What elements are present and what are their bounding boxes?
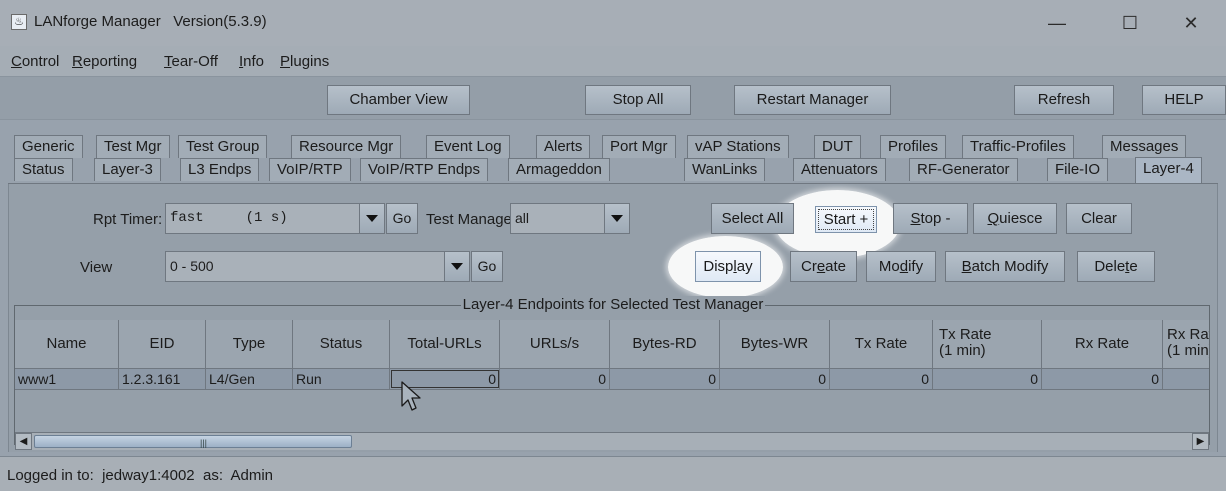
tab-l3-endps[interactable]: L3 Endps [180, 158, 260, 181]
column-header[interactable]: Tx Rate (1 min) [933, 320, 1042, 368]
table-cell: 0 [720, 369, 830, 389]
menu-tear-off[interactable]: Tear-Off [164, 53, 218, 70]
table-header: Name EID Type Status Total-URLs URLs/s B… [15, 320, 1209, 369]
menu-reporting[interactable]: Reporting [72, 53, 137, 70]
view-go-button[interactable]: Go [471, 251, 503, 282]
column-header[interactable]: Total-URLs [390, 320, 500, 368]
rpt-timer-label: Rpt Timer: [93, 211, 163, 228]
endpoints-group-title: Layer-4 Endpoints for Selected Test Mana… [460, 296, 766, 313]
tab-resource-mgr[interactable]: Resource Mgr [291, 135, 402, 158]
tab-layer-4[interactable]: Layer-4 [1135, 157, 1202, 183]
tab-status[interactable]: Status [14, 158, 73, 181]
status-bar: Logged in to: jedway1:4002 as: Admin [0, 456, 1226, 491]
column-header[interactable]: Rx Rate (1 min) [1163, 320, 1209, 368]
tab-dut[interactable]: DUT [814, 135, 861, 158]
title-bar: ♨ LANforge Manager Version(5.3.9) — ☐ ✕ [0, 0, 1226, 46]
menu-control[interactable]: Control [11, 53, 59, 70]
table-cell: L4/Gen [206, 369, 293, 389]
refresh-button[interactable]: Refresh [1014, 85, 1114, 115]
tab-wanlinks[interactable]: WanLinks [684, 158, 766, 181]
table-cell: 0 [1042, 369, 1163, 389]
tab-test-mgr[interactable]: Test Mgr [96, 135, 170, 158]
tab-test-group[interactable]: Test Group [178, 135, 268, 158]
create-button[interactable]: Create [790, 251, 857, 282]
tab-armageddon[interactable]: Armageddon [508, 158, 610, 181]
modify-button[interactable]: Modify [866, 251, 936, 282]
column-header[interactable]: Type [206, 320, 293, 368]
quiesce-button[interactable]: Quiesce [973, 203, 1057, 234]
help-button[interactable]: HELP [1142, 85, 1226, 115]
chevron-down-icon[interactable] [444, 252, 469, 281]
menu-plugins[interactable]: Plugins [280, 53, 329, 70]
batch-modify-button[interactable]: Batch Modify [945, 251, 1065, 282]
table-row[interactable]: www1 1.2.3.161 L4/Gen Run 0 0 0 0 0 0 0 [15, 369, 1209, 390]
column-header[interactable]: Rx Rate [1042, 320, 1163, 368]
tab-layer-3[interactable]: Layer-3 [94, 158, 161, 181]
scroll-left-icon[interactable]: ◀ [15, 433, 32, 450]
toolbar: Chamber View Stop All Restart Manager Re… [0, 76, 1226, 120]
table-cell: 0 [610, 369, 720, 389]
minimize-icon[interactable]: — [1034, 8, 1080, 38]
scroll-thumb[interactable]: ||| [34, 435, 352, 448]
column-header[interactable]: Bytes-WR [720, 320, 830, 368]
table-cell: 1.2.3.161 [119, 369, 206, 389]
view-select[interactable]: 0 - 500 [165, 251, 470, 282]
chevron-down-icon[interactable] [359, 204, 384, 233]
table-cell: 0 [933, 369, 1042, 389]
login-status: Logged in to: jedway1:4002 as: Admin [7, 467, 274, 484]
chevron-down-icon[interactable] [604, 204, 629, 233]
select-all-button[interactable]: Select All [711, 203, 794, 234]
table-cell: Run [293, 369, 390, 389]
test-manager-value: all [515, 210, 530, 226]
view-value: 0 - 500 [170, 258, 214, 274]
start-button[interactable]: Start + [815, 206, 877, 233]
tab-traffic-profiles[interactable]: Traffic-Profiles [962, 135, 1074, 158]
column-header[interactable]: EID [119, 320, 206, 368]
display-button[interactable]: Display [695, 251, 761, 282]
tab-profiles[interactable]: Profiles [880, 135, 947, 158]
tab-port-mgr[interactable]: Port Mgr [602, 135, 676, 158]
tab-voip-rtp-endps[interactable]: VoIP/RTP Endps [360, 158, 489, 181]
close-icon[interactable]: ✕ [1168, 8, 1214, 38]
clear-button[interactable]: Clear [1066, 203, 1132, 234]
test-manager-label: Test Manager [426, 211, 517, 228]
column-header[interactable]: Name [15, 320, 119, 368]
test-manager-select[interactable]: all [510, 203, 630, 234]
scroll-right-icon[interactable]: ▶ [1192, 433, 1209, 450]
menu-info[interactable]: Info [239, 53, 264, 70]
column-header[interactable]: URLs/s [500, 320, 610, 368]
tab-voip-rtp[interactable]: VoIP/RTP [269, 158, 351, 181]
column-header[interactable]: Status [293, 320, 390, 368]
rpt-timer-go-button[interactable]: Go [386, 203, 418, 234]
chamber-view-button[interactable]: Chamber View [327, 85, 470, 115]
table-cell: 0 [830, 369, 933, 389]
tab-attenuators[interactable]: Attenuators [793, 158, 886, 181]
rpt-timer-value: fast (1 s) [170, 210, 288, 226]
menu-bar: Control Reporting Tear-Off Info Plugins [0, 46, 1226, 76]
maximize-icon[interactable]: ☐ [1107, 8, 1153, 38]
stop-button[interactable]: Stop - [893, 203, 968, 234]
tab-generic[interactable]: Generic [14, 135, 83, 158]
window-title: LANforge Manager Version(5.3.9) [34, 13, 267, 30]
horizontal-scrollbar[interactable]: ◀ ||| ▶ [15, 432, 1209, 450]
column-header[interactable]: Tx Rate [830, 320, 933, 368]
stop-all-button[interactable]: Stop All [585, 85, 691, 115]
table-cell [1163, 369, 1209, 389]
mouse-pointer-icon [401, 381, 421, 411]
tab-rf-generator[interactable]: RF-Generator [909, 158, 1018, 181]
tab-event-log[interactable]: Event Log [426, 135, 510, 158]
view-label: View [80, 259, 113, 276]
tab-alerts[interactable]: Alerts [536, 135, 591, 158]
rpt-timer-select[interactable]: fast (1 s) [165, 203, 385, 234]
delete-button[interactable]: Delete [1077, 251, 1155, 282]
tab-messages[interactable]: Messages [1102, 135, 1187, 158]
restart-manager-button[interactable]: Restart Manager [734, 85, 891, 115]
table-cell: 0 [500, 369, 610, 389]
column-header[interactable]: Bytes-RD [610, 320, 720, 368]
app-icon: ♨ [11, 14, 27, 30]
table-cell: www1 [15, 369, 119, 389]
tab-vap-stations[interactable]: vAP Stations [687, 135, 789, 158]
tab-file-io[interactable]: File-IO [1047, 158, 1108, 181]
